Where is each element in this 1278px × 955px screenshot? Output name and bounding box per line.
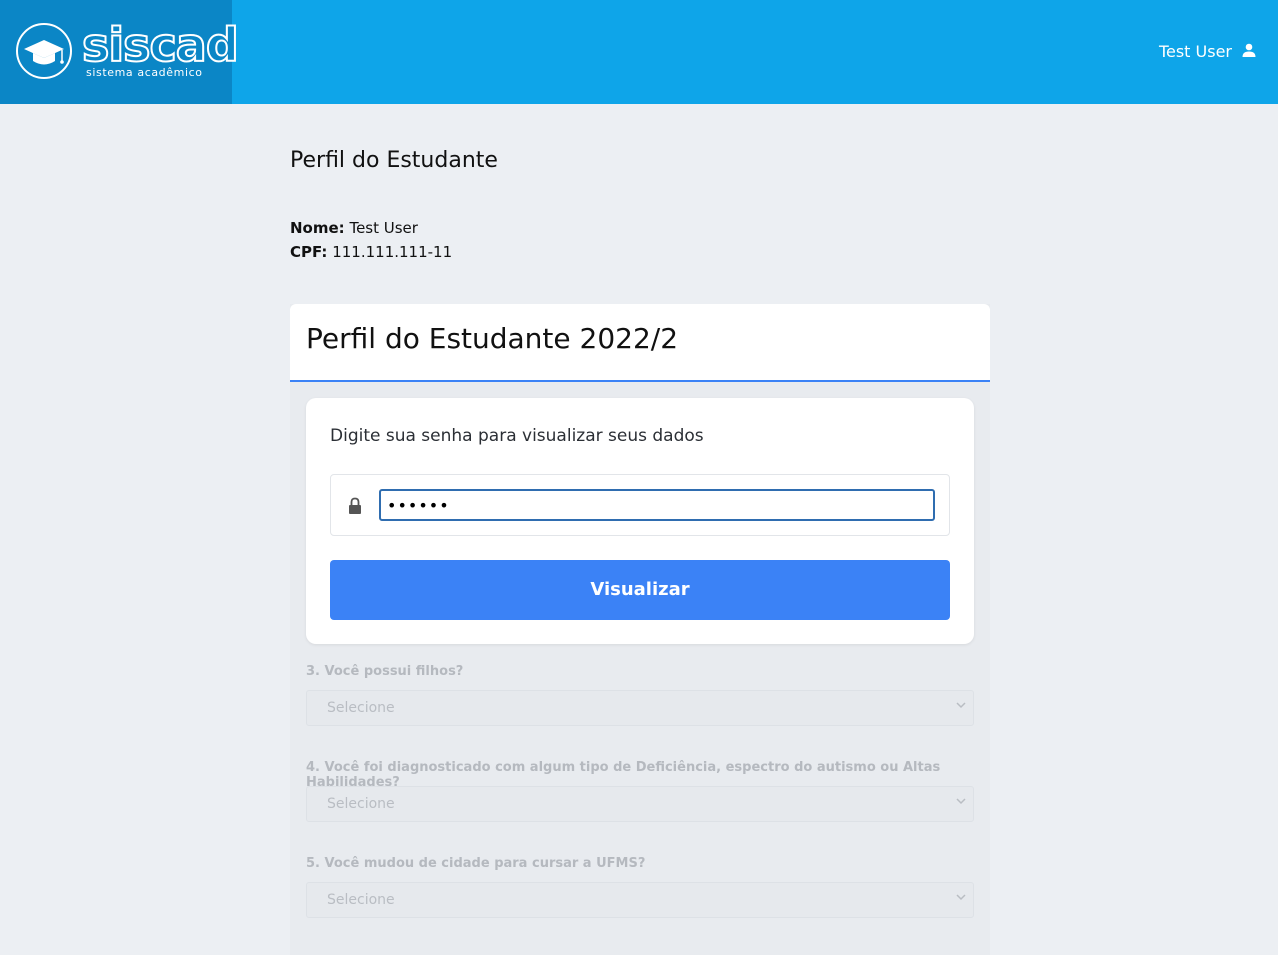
select-placeholder: Selecione xyxy=(327,796,395,812)
chevron-down-icon xyxy=(956,702,966,709)
cpf-value: 111.111.111-11 xyxy=(332,243,453,261)
chevron-down-icon xyxy=(956,798,966,805)
student-cpf-row: CPF: 111.111.111-11 xyxy=(290,243,452,261)
question-label: 5. Você mudou de cidade para cursar a UF… xyxy=(306,856,646,871)
select-placeholder: Selecione xyxy=(327,700,395,716)
panel-title: Perfil do Estudante 2022/2 xyxy=(306,322,679,355)
graduation-cap-icon xyxy=(16,23,72,79)
question-select[interactable]: Selecione xyxy=(306,786,974,822)
user-menu[interactable]: Test User xyxy=(1159,42,1256,61)
page-title: Perfil do Estudante xyxy=(290,148,498,173)
question-select[interactable]: Selecione xyxy=(306,690,974,726)
password-prompt: Digite sua senha para visualizar seus da… xyxy=(330,426,704,446)
question-label: 3. Você possui filhos? xyxy=(306,664,464,679)
nome-value: Test User xyxy=(349,219,418,237)
password-dialog: Digite sua senha para visualizar seus da… xyxy=(306,398,974,644)
nome-label: Nome: xyxy=(290,219,345,237)
logo[interactable]: siscad sistema acadêmico xyxy=(0,0,240,104)
visualizar-button[interactable]: Visualizar xyxy=(330,560,950,620)
select-placeholder: Selecione xyxy=(327,892,395,908)
password-input[interactable] xyxy=(379,489,935,521)
panel-header: Perfil do Estudante 2022/2 xyxy=(290,304,990,382)
question-select[interactable]: Selecione xyxy=(306,882,974,918)
top-navbar: siscad sistema acadêmico Test User xyxy=(0,0,1278,104)
logo-subtitle: sistema acadêmico xyxy=(86,66,203,79)
cpf-label: CPF: xyxy=(290,243,328,261)
person-icon xyxy=(1242,42,1256,61)
student-name-row: Nome: Test User xyxy=(290,219,418,237)
lock-icon xyxy=(349,497,361,514)
logo-wordmark: siscad xyxy=(81,18,240,72)
chevron-down-icon xyxy=(956,894,966,901)
user-name: Test User xyxy=(1158,42,1232,61)
password-field-group xyxy=(330,474,950,536)
